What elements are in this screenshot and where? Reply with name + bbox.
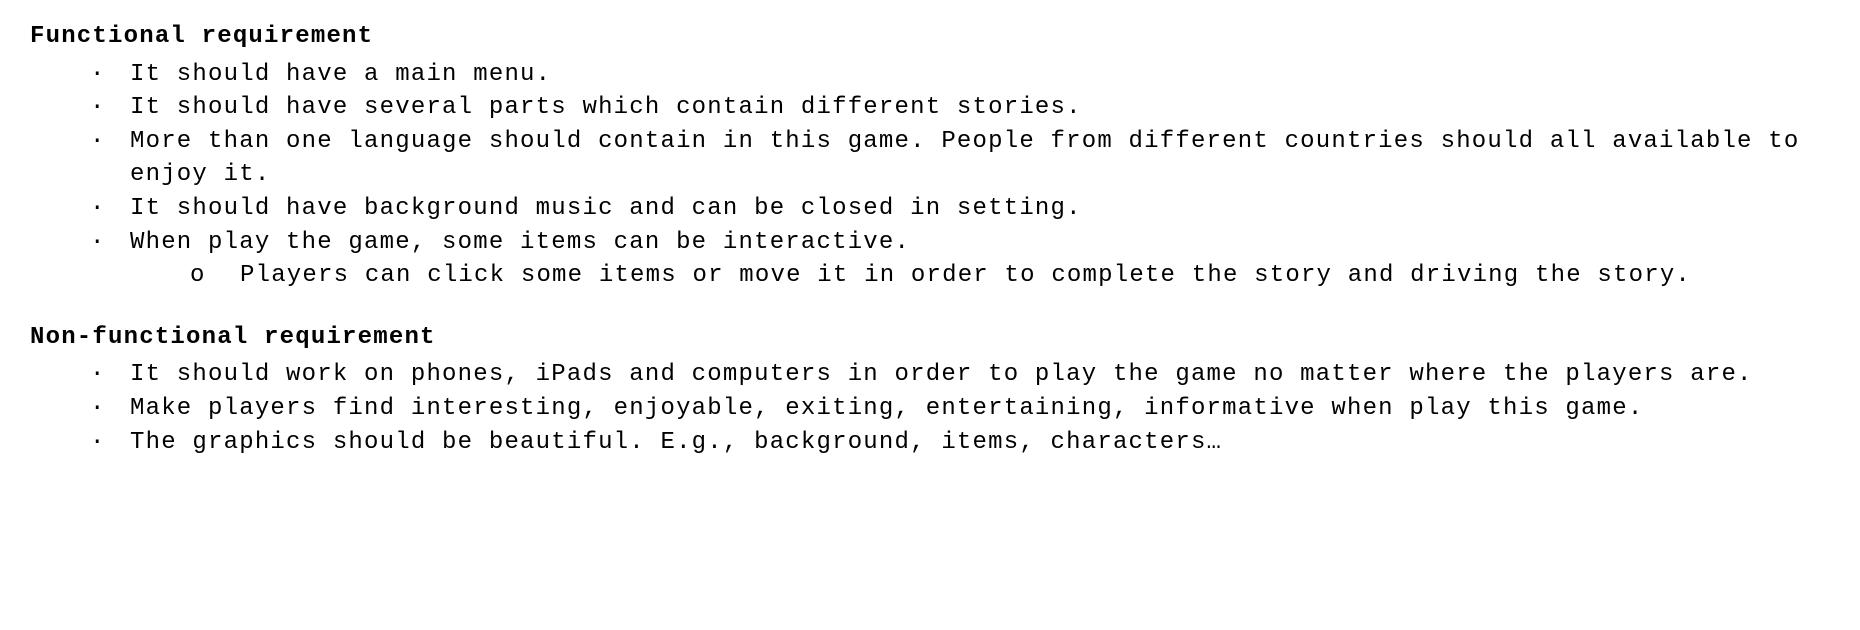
item-text: It should work on phones, iPads and comp… [130,361,1753,388]
item-text: It should have several parts which conta… [130,94,1082,121]
list-item: It should work on phones, iPads and comp… [90,358,1830,392]
list-item: It should have background music and can … [90,192,1830,226]
item-text: It should have background music and can … [130,195,1082,222]
list-item: It should have a main menu. [90,58,1830,92]
list-item: Make players find interesting, enjoyable… [90,392,1830,426]
nonfunctional-list: It should work on phones, iPads and comp… [30,358,1830,459]
list-item: The graphics should be beautiful. E.g., … [90,426,1830,460]
sub-list-item: Players can click some items or move it … [190,259,1830,293]
list-item: It should have several parts which conta… [90,91,1830,125]
item-text: Make players find interesting, enjoyable… [130,395,1643,422]
sub-list: Players can click some items or move it … [130,259,1830,293]
heading-nonfunctional: Non-functional requirement [30,321,1830,355]
item-text: More than one language should contain in… [130,128,1799,189]
list-item: When play the game, some items can be in… [90,226,1830,293]
heading-functional: Functional requirement [30,20,1830,54]
item-text: When play the game, some items can be in… [130,229,910,256]
sub-item-text: Players can click some items or move it … [240,262,1691,289]
functional-list: It should have a main menu. It should ha… [30,58,1830,293]
item-text: The graphics should be beautiful. E.g., … [130,429,1222,456]
item-text: It should have a main menu. [130,61,551,88]
list-item: More than one language should contain in… [90,125,1830,192]
